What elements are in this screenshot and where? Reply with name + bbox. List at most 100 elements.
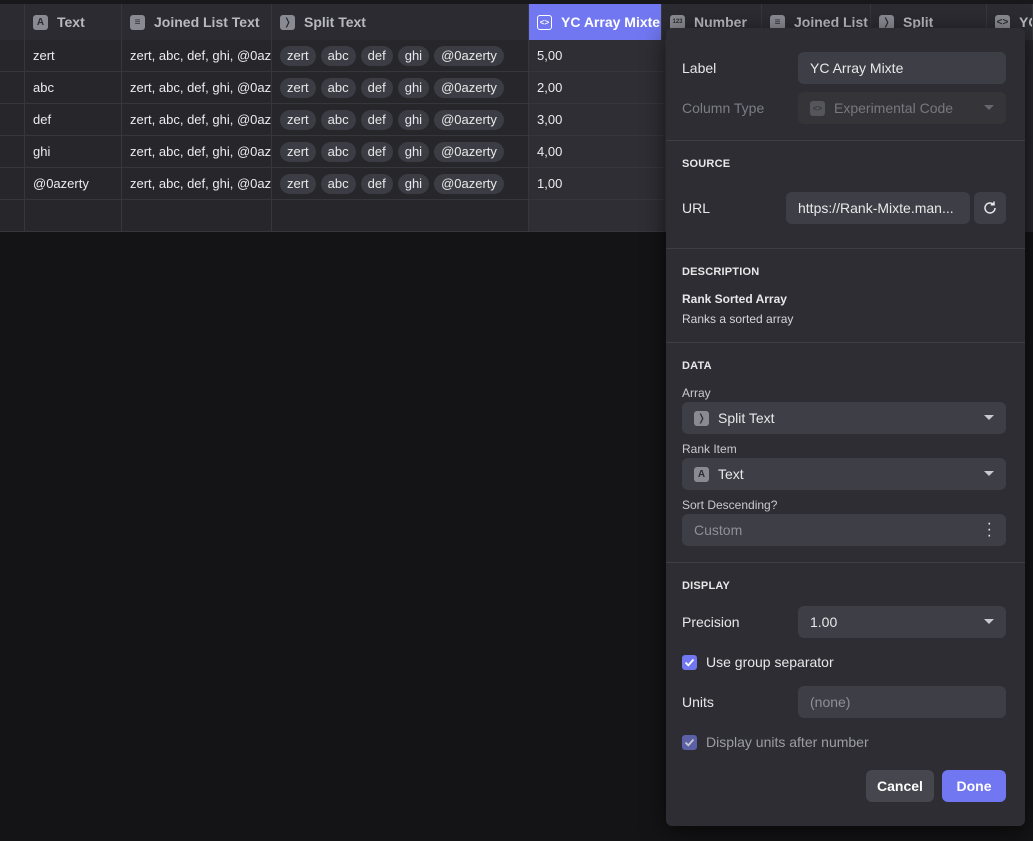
text-cell[interactable]: zert <box>25 40 122 72</box>
units-label: Units <box>682 694 714 710</box>
row-marker[interactable] <box>0 72 25 104</box>
divider <box>666 342 1025 343</box>
row-marker[interactable] <box>0 40 25 72</box>
empty-cell[interactable] <box>25 200 122 232</box>
joined-cell[interactable]: zert, abc, def, ghi, @0azerty <box>122 136 272 168</box>
chip: ghi <box>397 77 430 98</box>
yc-cell[interactable]: 2,00 <box>529 72 666 104</box>
column-header-label: Text <box>57 14 85 30</box>
done-button[interactable]: Done <box>942 770 1006 802</box>
array-value: Split Text <box>718 410 775 426</box>
chip: ghi <box>397 45 430 66</box>
data-section-title: DATA <box>682 360 712 372</box>
group-separator-label: Use group separator <box>706 654 834 670</box>
chip: @0azerty <box>434 109 504 130</box>
row-marker[interactable] <box>0 104 25 136</box>
split-cell[interactable]: zert abc def ghi @0azerty <box>272 136 529 168</box>
text-cell[interactable]: def <box>25 104 122 136</box>
column-header-yc-array-mixte[interactable]: <> YC Array Mixte <box>529 4 662 40</box>
column-header-text[interactable]: A Text <box>25 4 122 40</box>
chip: abc <box>320 141 356 162</box>
description-text: Ranks a sorted array <box>682 312 794 326</box>
chip: abc <box>320 109 356 130</box>
column-header-label: Split Text <box>304 14 366 30</box>
column-header-joined-list-text[interactable]: ≡ Joined List Text <box>122 4 272 40</box>
joined-cell[interactable]: zert, abc, def, ghi, @0azerty <box>122 40 272 72</box>
units-placeholder: (none) <box>810 694 851 710</box>
text-type-icon: A <box>694 466 709 482</box>
chip: def <box>360 173 393 194</box>
chevron-down-icon <box>984 619 994 624</box>
column-type-value: Experimental Code <box>834 100 954 116</box>
precision-select[interactable]: 1.00 <box>798 606 1006 638</box>
url-input[interactable]: https://Rank-Mixte.man... <box>786 192 970 224</box>
chevron-down-icon <box>984 471 994 476</box>
empty-cell[interactable] <box>529 200 666 232</box>
yc-cell[interactable]: 1,00 <box>529 168 666 200</box>
empty-cell[interactable] <box>122 200 272 232</box>
yc-cell[interactable]: 4,00 <box>529 136 666 168</box>
rank-item-value: Text <box>718 466 744 482</box>
group-separator-checkbox[interactable] <box>682 654 697 670</box>
joined-cell[interactable]: zert, abc, def, ghi, @0azerty <box>122 168 272 200</box>
sort-descending-field[interactable]: Custom · · · <box>682 514 1006 546</box>
chip: zert <box>280 109 316 130</box>
divider <box>666 140 1025 141</box>
rank-item-label: Rank Item <box>682 442 737 456</box>
more-options-icon[interactable]: · · · <box>987 516 992 544</box>
code-icon: <> <box>537 14 552 30</box>
empty-cell[interactable] <box>272 200 529 232</box>
split-icon: ❭ <box>694 410 709 426</box>
joined-list-icon: ≡ <box>130 14 145 30</box>
text-type-icon: A <box>33 14 48 30</box>
chip: ghi <box>397 109 430 130</box>
row-marker[interactable] <box>0 136 25 168</box>
array-select[interactable]: ❭ Split Text <box>682 402 1006 434</box>
chip: zert <box>280 77 316 98</box>
row-marker[interactable] <box>0 168 25 200</box>
yc-cell[interactable]: 5,00 <box>529 40 666 72</box>
split-icon: ❭ <box>280 14 295 30</box>
column-header-label: Joined List Text <box>154 14 260 30</box>
chip: zert <box>280 141 316 162</box>
group-separator-row[interactable]: Use group separator <box>682 652 1005 672</box>
units-after-row[interactable]: Display units after number <box>682 732 1005 752</box>
column-type-label: Column Type <box>682 100 765 116</box>
precision-value: 1.00 <box>810 614 838 630</box>
column-header-split-text[interactable]: ❭ Split Text <box>272 4 529 40</box>
yc-cell[interactable]: 3,00 <box>529 104 666 136</box>
chip: abc <box>320 173 356 194</box>
chip: zert <box>280 173 316 194</box>
units-after-checkbox[interactable] <box>682 734 697 750</box>
chip: abc <box>320 77 356 98</box>
chip: @0azerty <box>434 173 504 194</box>
split-cell[interactable]: zert abc def ghi @0azerty <box>272 168 529 200</box>
row-marker-header[interactable] <box>0 4 25 40</box>
chip: abc <box>320 45 356 66</box>
chevron-down-icon <box>984 415 994 420</box>
split-cell[interactable]: zert abc def ghi @0azerty <box>272 104 529 136</box>
text-cell[interactable]: @0azerty <box>25 168 122 200</box>
text-cell[interactable]: ghi <box>25 136 122 168</box>
units-after-label: Display units after number <box>706 734 869 750</box>
description-name: Rank Sorted Array <box>682 292 787 306</box>
chip: @0azerty <box>434 141 504 162</box>
chip: zert <box>280 45 316 66</box>
text-cell[interactable]: abc <box>25 72 122 104</box>
chevron-down-icon <box>984 105 994 110</box>
refresh-button[interactable] <box>974 192 1006 224</box>
row-marker[interactable] <box>0 200 25 232</box>
joined-cell[interactable]: zert, abc, def, ghi, @0azerty <box>122 104 272 136</box>
chip: def <box>360 141 393 162</box>
split-cell[interactable]: zert abc def ghi @0azerty <box>272 72 529 104</box>
joined-cell[interactable]: zert, abc, def, ghi, @0azerty <box>122 72 272 104</box>
chip: def <box>360 109 393 130</box>
check-icon <box>684 658 695 667</box>
units-input[interactable]: (none) <box>798 686 1006 718</box>
cancel-button[interactable]: Cancel <box>866 770 934 802</box>
rank-item-select[interactable]: A Text <box>682 458 1006 490</box>
split-cell[interactable]: zert abc def ghi @0azerty <box>272 40 529 72</box>
code-icon: <> <box>810 100 825 116</box>
description-section-title: DESCRIPTION <box>682 266 760 278</box>
label-input[interactable]: YC Array Mixte <box>798 52 1006 84</box>
